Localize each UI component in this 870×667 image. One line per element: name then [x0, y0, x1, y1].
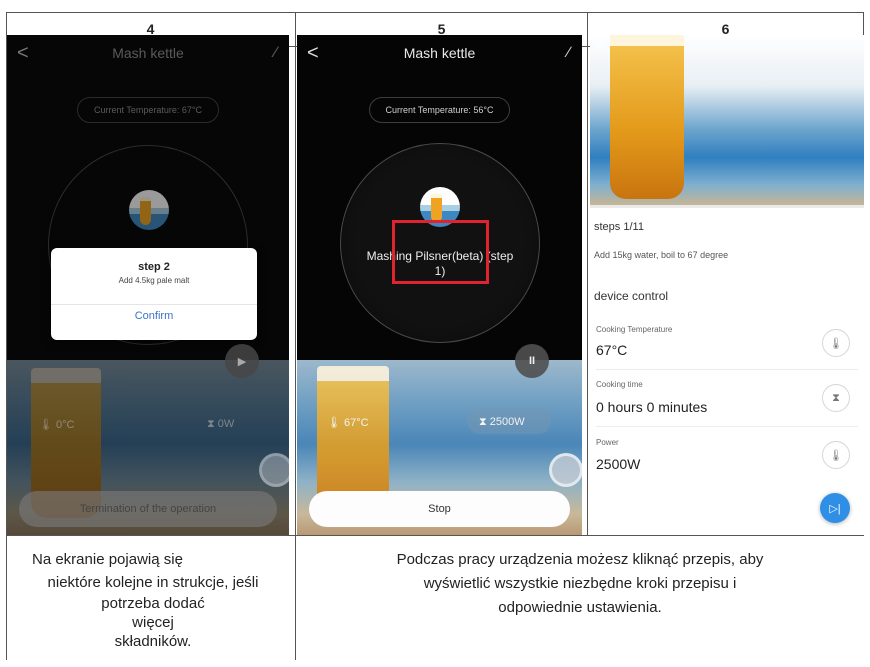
power-readout: ⧗ 2500W — [479, 416, 525, 429]
next-icon: ▷| — [829, 502, 841, 515]
caption-left: Na ekranie pojawią się niektóre kolejne … — [14, 548, 292, 652]
screen-recipe-details: < steps 1/11 Add 15kg water, boil to 67 … — [590, 35, 864, 535]
next-step-button[interactable]: ▷| — [820, 493, 850, 523]
screen-step-dialog: < Mash kettle ∕ Current Temperature: 67°… — [7, 35, 289, 535]
control-divider — [596, 369, 858, 370]
app-header: < Mash kettle ∕ — [7, 35, 289, 71]
step-dialog: step 2 Add 4.5kg pale malt Confirm — [51, 248, 257, 340]
thermometer-icon: 🌡 — [327, 417, 341, 429]
caption-right-line3: odpowiednie ustawienia. — [498, 599, 662, 616]
confirm-button[interactable]: Confirm — [51, 310, 257, 322]
dialog-message: Add 4.5kg pale malt — [118, 276, 190, 285]
image-row-separator — [6, 535, 864, 536]
thermometer-icon[interactable]: 🌡 — [822, 329, 850, 357]
caption-left-line2: niektóre kolejne in strukcje, jeśli — [47, 574, 259, 591]
caption-left-line1: Na ekranie pojawią się — [32, 551, 183, 568]
temperature-value: 67°C — [344, 417, 369, 429]
caption-right: Podczas pracy urządzenia możesz kliknąć … — [300, 548, 860, 620]
app-title: Mash kettle — [403, 45, 476, 61]
recipe-avatar — [129, 190, 169, 230]
stop-button[interactable]: Stop — [309, 491, 570, 527]
dialog-divider — [51, 304, 257, 305]
current-temperature-pill: Current Temperature: 67°C — [77, 97, 219, 123]
caption-right-line1: Podczas pracy urządzenia możesz kliknąć … — [396, 551, 764, 568]
current-temperature-pill: Current Temperature: 56°C — [368, 97, 511, 123]
app-header: < Mash kettle ∕ — [297, 35, 582, 71]
thermometer-icon: 🌡 — [39, 419, 53, 431]
power-value: 2500W — [489, 416, 525, 428]
power-readout: ⧗ 0W — [207, 418, 234, 431]
steps-counter: steps 1/11 — [594, 221, 644, 233]
highlight-box — [392, 220, 489, 284]
back-icon[interactable]: < — [307, 43, 319, 63]
pause-button[interactable]: II — [515, 344, 549, 378]
screen-running: < Mash kettle ∕ Current Temperature: 56°… — [297, 35, 582, 535]
temperature-readout: 🌡 0°C — [39, 418, 75, 431]
termination-button[interactable]: Termination of the operation — [19, 491, 277, 527]
hourglass-icon[interactable]: ⧗ — [822, 384, 850, 412]
beer-glass-image — [610, 35, 684, 199]
control-divider — [596, 426, 858, 427]
thermometer-icon[interactable]: 🌡 — [822, 441, 850, 469]
step-description: Add 15kg water, boil to 67 degree — [594, 250, 729, 260]
column-divider-2 — [587, 12, 588, 536]
temperature-value: 0°C — [56, 419, 75, 431]
device-control-heading: device control — [594, 289, 669, 303]
dialog-title: step 2 — [138, 261, 170, 273]
recipe-photo: < — [590, 35, 864, 205]
caption-left-line3: potrzeba dodać — [101, 595, 205, 612]
cooking-time-label: Cooking time — [596, 380, 643, 389]
hourglass-icon: ⧗ — [479, 416, 487, 428]
cooking-temperature-label: Cooking Temperature — [596, 325, 673, 334]
back-icon[interactable]: < — [17, 43, 29, 63]
temperature-readout: 🌡 67°C — [327, 416, 369, 429]
edit-icon[interactable]: ∕ — [274, 45, 277, 60]
back-icon[interactable]: < — [595, 37, 603, 53]
photo-divider — [590, 205, 864, 208]
app-title: Mash kettle — [112, 45, 184, 61]
power-value: 0W — [217, 418, 235, 430]
caption-right-line2: wyświetlić wszystkie niezbędne kroki prz… — [423, 575, 737, 592]
caption-left-line4: więcej — [132, 614, 174, 631]
caption-left-line5: składników. — [114, 633, 192, 650]
column-divider-1 — [295, 12, 296, 660]
floating-menu-button[interactable] — [549, 453, 582, 487]
hourglass-icon: ⧗ — [207, 418, 215, 430]
edit-icon[interactable]: ∕ — [567, 45, 570, 60]
play-button[interactable]: ▶ — [225, 344, 259, 378]
floating-menu-button[interactable] — [259, 453, 289, 487]
